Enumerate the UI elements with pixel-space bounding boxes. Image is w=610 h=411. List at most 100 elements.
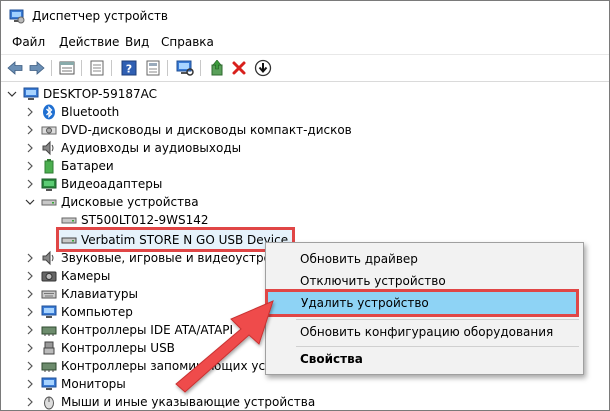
menu-item-label: Обновить конфигурацию оборудования bbox=[300, 325, 554, 339]
menu-item-label: Отключить устройство bbox=[300, 274, 446, 288]
tree-item-label: Дисковые устройства bbox=[61, 195, 199, 209]
tree-root-label: DESKTOP-59187AC bbox=[43, 87, 158, 101]
tree-item-label: Аудиовходы и аудиовыходы bbox=[61, 141, 242, 155]
menu-bar: Файл Действие Вид Справка bbox=[1, 31, 609, 53]
chevron-right-icon[interactable] bbox=[25, 161, 35, 171]
list-view-icon[interactable] bbox=[87, 58, 107, 78]
chevron-right-icon[interactable] bbox=[25, 271, 35, 281]
camera-icon bbox=[41, 268, 57, 284]
chevron-right-icon[interactable] bbox=[25, 361, 35, 371]
disk-drive-icon bbox=[41, 194, 57, 210]
keyboard-icon bbox=[41, 286, 57, 302]
menu-item-uninstall-device[interactable]: Удалить устройство bbox=[265, 289, 579, 317]
menu-item-label: Удалить устройство bbox=[301, 296, 429, 310]
svg-text:?: ? bbox=[126, 63, 132, 76]
chevron-right-icon[interactable] bbox=[25, 343, 35, 353]
monitor-icon bbox=[41, 376, 57, 392]
chevron-right-icon[interactable] bbox=[25, 107, 35, 117]
tree-item-label: Мониторы bbox=[61, 377, 126, 391]
forward-arrow-icon[interactable] bbox=[27, 58, 47, 78]
properties-icon[interactable] bbox=[57, 58, 77, 78]
menu-item-disable-device[interactable]: Отключить устройство bbox=[267, 270, 582, 292]
menu-view[interactable]: Вид bbox=[125, 35, 149, 49]
tree-item-ide-controllers[interactable]: Контроллеры IDE ATA/ATAPI bbox=[25, 321, 233, 339]
tree-root[interactable]: DESKTOP-59187AC bbox=[7, 85, 157, 103]
tree-item-verbatim-usb[interactable]: Verbatim STORE N GO USB Device bbox=[55, 227, 296, 252]
device-manager-app-icon bbox=[9, 8, 25, 24]
scan-hardware-icon[interactable] bbox=[175, 58, 195, 78]
tree-item-disk-drives[interactable]: Дисковые устройства bbox=[25, 193, 199, 211]
menu-item-label: Обновить драйвер bbox=[300, 252, 418, 266]
menu-item-update-driver[interactable]: Обновить драйвер bbox=[267, 248, 582, 270]
uninstall-device-icon[interactable] bbox=[229, 58, 249, 78]
speaker-icon bbox=[41, 140, 57, 156]
menu-item-scan-hardware[interactable]: Обновить конфигурацию оборудования bbox=[267, 321, 582, 343]
menu-item-label: Свойства bbox=[300, 352, 363, 366]
update-driver-icon[interactable] bbox=[207, 58, 227, 78]
chevron-right-icon[interactable] bbox=[25, 379, 35, 389]
storage-controller-icon bbox=[41, 358, 57, 374]
device-view-icon[interactable] bbox=[143, 58, 163, 78]
tree-item-label: Контроллеры IDE ATA/ATAPI bbox=[61, 323, 234, 337]
menu-file[interactable]: Файл bbox=[12, 35, 45, 49]
help-icon[interactable]: ? bbox=[119, 58, 139, 78]
chevron-right-icon[interactable] bbox=[25, 125, 35, 135]
tree-item-label: DVD-дисководы и дисководы компакт-дисков bbox=[61, 123, 352, 137]
bluetooth-icon bbox=[41, 104, 57, 120]
tree-item-label: Компьютер bbox=[61, 305, 133, 319]
tree-item-mice[interactable]: Мыши и иные указывающие устройства bbox=[25, 393, 316, 410]
menu-action[interactable]: Действие bbox=[59, 35, 119, 49]
menu-separator bbox=[296, 319, 579, 320]
download-driver-icon[interactable] bbox=[253, 58, 273, 78]
context-menu: Обновить драйвер Отключить устройство Уд… bbox=[265, 242, 584, 375]
chevron-right-icon[interactable] bbox=[25, 307, 35, 317]
chevron-down-icon[interactable] bbox=[25, 197, 35, 207]
tree-item-label: Verbatim STORE N GO USB Device bbox=[81, 232, 289, 247]
chevron-right-icon[interactable] bbox=[25, 325, 35, 335]
menu-separator bbox=[296, 346, 579, 347]
tree-item-label: Видеоадаптеры bbox=[61, 177, 163, 191]
chevron-right-icon[interactable] bbox=[25, 179, 35, 189]
menu-item-properties[interactable]: Свойства bbox=[267, 348, 582, 370]
tree-item-dvd[interactable]: DVD-дисководы и дисководы компакт-дисков bbox=[25, 121, 352, 139]
menu-help[interactable]: Справка bbox=[161, 35, 214, 49]
tree-item-audio-io[interactable]: Аудиовходы и аудиовыходы bbox=[25, 139, 241, 157]
tree-item-label: Мыши и иные указывающие устройства bbox=[61, 395, 316, 409]
tree-item-label: Bluetooth bbox=[61, 105, 120, 119]
tree-item-video-adapters[interactable]: Видеоадаптеры bbox=[25, 175, 162, 193]
window-title: Диспетчер устройств bbox=[32, 9, 169, 23]
device-manager-window: Диспетчер устройств Файл Действие Вид Сп… bbox=[0, 0, 610, 411]
mouse-icon bbox=[41, 394, 57, 410]
tree-item-label: ST500LT012-9WS142 bbox=[81, 213, 209, 227]
chevron-right-icon[interactable] bbox=[25, 397, 35, 407]
battery-icon bbox=[41, 158, 57, 174]
tree-item-hdd[interactable]: ST500LT012-9WS142 bbox=[61, 211, 208, 229]
toolbar-separator bbox=[167, 60, 168, 76]
tree-item-monitors[interactable]: Мониторы bbox=[25, 375, 126, 393]
toolbar: ? bbox=[1, 54, 609, 82]
display-adapter-icon bbox=[41, 176, 57, 192]
toolbar-separator bbox=[81, 60, 82, 76]
tree-item-label: Камеры bbox=[61, 269, 111, 283]
chevron-right-icon[interactable] bbox=[25, 289, 35, 299]
tree-item-computer[interactable]: Компьютер bbox=[25, 303, 133, 321]
toolbar-separator bbox=[200, 60, 201, 76]
tree-item-label: Клавиатуры bbox=[61, 287, 138, 301]
computer-icon bbox=[41, 304, 57, 320]
back-arrow-icon[interactable] bbox=[5, 58, 25, 78]
toolbar-separator bbox=[111, 60, 112, 76]
tree-item-batteries[interactable]: Батареи bbox=[25, 157, 114, 175]
chevron-right-icon[interactable] bbox=[25, 143, 35, 153]
tree-item-keyboards[interactable]: Клавиатуры bbox=[25, 285, 138, 303]
disk-drive-icon bbox=[61, 212, 77, 228]
tree-item-label: Контроллеры USB bbox=[61, 341, 175, 355]
controller-icon bbox=[41, 322, 57, 338]
usb-icon bbox=[41, 340, 57, 356]
tree-item-usb-controllers[interactable]: Контроллеры USB bbox=[25, 339, 175, 357]
tree-item-bluetooth[interactable]: Bluetooth bbox=[25, 103, 119, 121]
tree-item-cameras[interactable]: Камеры bbox=[25, 267, 110, 285]
dvd-drive-icon bbox=[41, 122, 57, 138]
chevron-right-icon[interactable] bbox=[25, 253, 35, 263]
chevron-down-icon[interactable] bbox=[7, 89, 17, 99]
disk-drive-icon bbox=[61, 232, 77, 248]
